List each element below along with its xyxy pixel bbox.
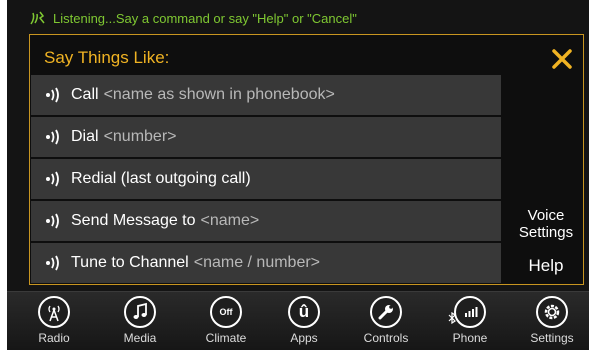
apps-icon-glyph: û [298,302,310,321]
voice-wave-icon [46,129,59,145]
command-item-redial[interactable]: Redial (last outgoing call) [31,159,501,199]
nav-label: Controls [363,331,409,345]
uconnect-screen: Listening...Say a command or say "Help" … [7,0,589,350]
climate-off-icon: Off [210,296,242,328]
voice-wave-icon [46,171,59,187]
nav-label: Climate [205,331,247,345]
command-label: Send Message to [71,212,196,229]
close-x-icon[interactable] [550,47,574,71]
voice-command-panel: Say Things Like: Call <name as shown in … [29,34,584,285]
nav-label: Media [123,331,157,345]
command-label: Dial [71,128,99,145]
help-button[interactable]: Help [510,257,582,274]
nav-label: Phone [452,331,488,345]
nav-apps[interactable]: û Apps [269,296,339,350]
wrench-icon [370,296,402,328]
nav-controls[interactable]: Controls [351,296,421,350]
command-item-send-message[interactable]: Send Message to <name> [31,201,501,241]
command-argument: <name as shown in phonebook> [103,86,335,103]
voice-listening-icon [30,11,45,25]
nav-media[interactable]: Media [105,296,175,350]
voice-wave-icon [46,87,59,103]
command-item-call[interactable]: Call <name as shown in phonebook> [31,75,501,115]
voice-wave-icon [46,213,59,229]
command-argument: <number> [103,128,177,145]
nav-label: Apps [290,331,318,345]
command-argument: <name> [200,212,260,229]
radio-tower-icon [38,296,70,328]
status-text: Listening...Say a command or say "Help" … [53,10,357,26]
status-bar: Listening...Say a command or say "Help" … [29,6,357,30]
panel-title: Say Things Like: [44,48,170,67]
gear-icon [536,296,568,328]
nav-settings[interactable]: Settings [517,296,587,350]
command-item-tune-channel[interactable]: Tune to Channel <name / number> [31,243,501,283]
nav-phone[interactable]: Phone [435,296,505,350]
climate-off-text: Off [219,307,233,317]
nav-label: Radio [38,331,70,345]
phone-signal-icon [454,296,486,328]
command-label: Redial (last outgoing call) [71,170,251,187]
voice-settings-button[interactable]: Voice Settings [510,207,582,241]
voice-wave-icon [46,255,59,271]
command-list: Call <name as shown in phonebook> Dial <… [31,75,501,285]
nav-radio[interactable]: Radio [19,296,89,350]
command-label: Call [71,86,99,103]
command-argument: <name / number> [193,254,321,271]
music-note-icon [124,296,156,328]
nav-label: Settings [530,331,574,345]
nav-climate[interactable]: Off Climate [191,296,261,350]
apps-u-icon: û [288,296,320,328]
bluetooth-icon [448,312,456,324]
command-item-dial[interactable]: Dial <number> [31,117,501,157]
bottom-navbar: Radio Media Off Climate û Apps Controls [7,291,589,350]
command-label: Tune to Channel [71,254,189,271]
